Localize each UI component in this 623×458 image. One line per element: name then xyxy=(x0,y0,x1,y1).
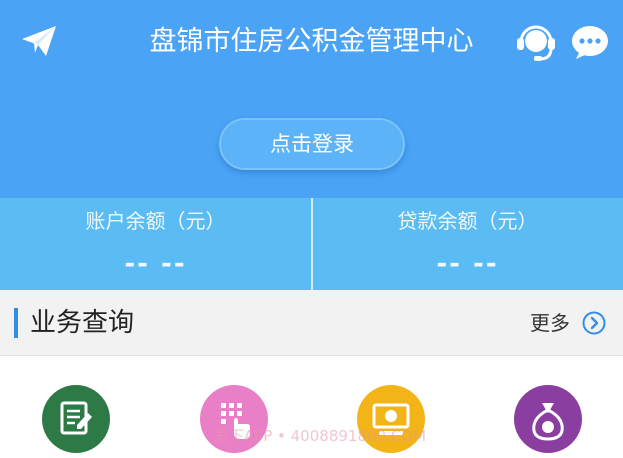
money-bag-icon xyxy=(532,403,564,441)
loan-balance-label: 贷款余额（元） xyxy=(397,209,538,233)
headset-icon[interactable] xyxy=(516,22,556,64)
section-accent-bar xyxy=(14,308,18,338)
account-balance-label: 账户余额（元） xyxy=(85,209,226,233)
login-button[interactable]: 点击登录 xyxy=(219,118,405,170)
watermark: 爱下APP • 4008891800.COM xyxy=(213,427,427,445)
chat-bubble-icon[interactable] xyxy=(570,24,610,60)
balance-panel: 账户余额（元） -- -- 贷款余额（元） -- -- xyxy=(0,198,623,290)
more-label: 更多 xyxy=(530,311,570,335)
service-item[interactable] xyxy=(42,385,110,453)
account-balance: 账户余额（元） -- -- xyxy=(0,198,311,290)
service-item[interactable] xyxy=(514,385,582,453)
more-link[interactable]: 更多 xyxy=(530,308,612,338)
account-balance-value: -- -- xyxy=(124,249,187,279)
loan-balance: 贷款余额（元） -- -- xyxy=(312,198,623,290)
loan-balance-value: -- -- xyxy=(436,249,499,279)
form-edit-icon xyxy=(60,401,92,435)
section-title: 业务查询 xyxy=(30,308,135,338)
chevron-right-circle-icon xyxy=(582,311,606,335)
business-query-header: 业务查询 更多 xyxy=(0,290,623,356)
app-header: 盘锦市住房公积金管理中心 点击登录 xyxy=(0,0,623,198)
